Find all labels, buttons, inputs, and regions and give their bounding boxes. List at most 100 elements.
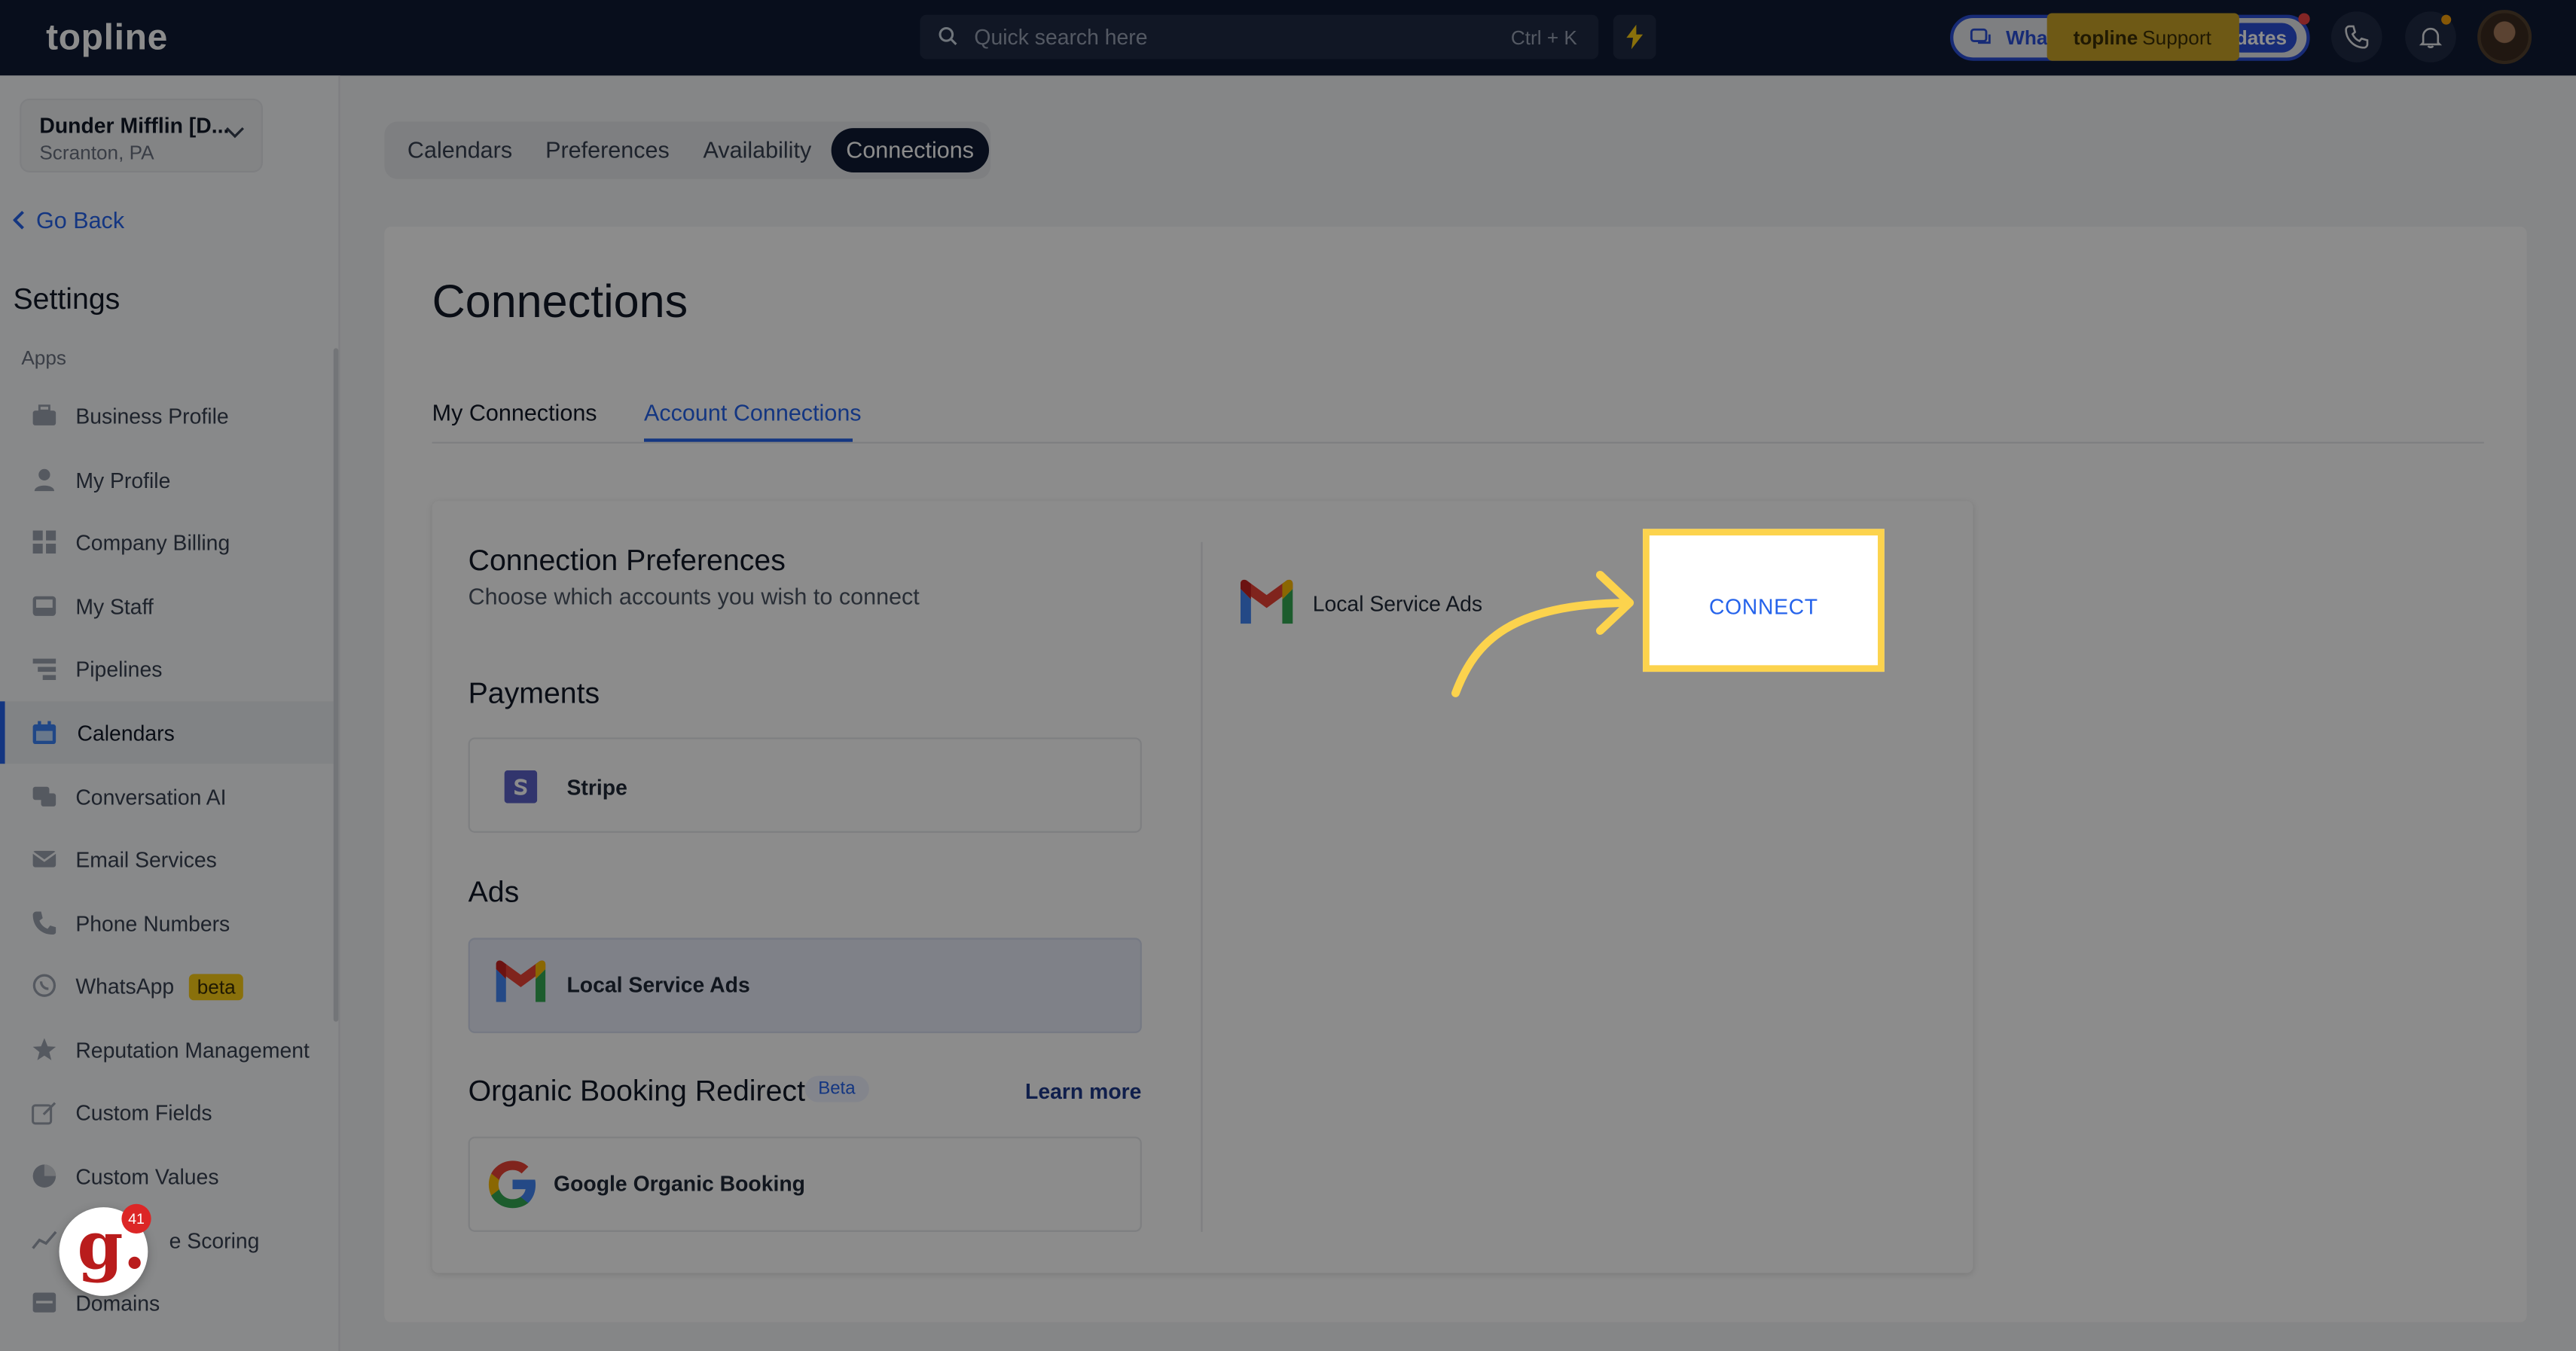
- grid-icon: [32, 530, 56, 554]
- tab-calendars[interactable]: Calendars: [392, 128, 526, 172]
- tab-connections[interactable]: Connections: [831, 128, 989, 173]
- sidebar-item-email-services[interactable]: Email Services: [0, 828, 335, 890]
- sidebar-item-business-profile[interactable]: Business Profile: [0, 384, 335, 447]
- connection-preferences-title: Connection Preferences: [468, 543, 786, 577]
- tab-availability[interactable]: Availability: [688, 128, 826, 172]
- star-icon: [32, 1038, 56, 1060]
- google-icon: [488, 1160, 536, 1209]
- sidebar: Dunder Mifflin [D... Scranton, PA Go Bac…: [0, 75, 340, 1351]
- stripe-label: Stripe: [566, 775, 627, 801]
- notifications-button[interactable]: [2405, 11, 2456, 63]
- phone-button[interactable]: [2331, 11, 2382, 63]
- stripe-connection-row[interactable]: Stripe: [468, 737, 1142, 833]
- sidebar-item-whatsapp[interactable]: WhatsApp beta: [0, 954, 335, 1017]
- pie-icon: [32, 1164, 56, 1188]
- settings-tabs: Calendars Preferences Availability Conne…: [384, 121, 991, 179]
- subtabs-divider: [432, 441, 2484, 444]
- sidebar-item-reputation-management[interactable]: Reputation Management: [0, 1018, 335, 1081]
- go-back-link[interactable]: Go Back: [13, 207, 124, 233]
- sidebar-scrollbar[interactable]: [333, 348, 339, 1022]
- user-icon: [34, 468, 54, 492]
- go-back-label: Go Back: [35, 206, 125, 233]
- sidebar-item-custom-fields[interactable]: Custom Fields: [0, 1081, 335, 1143]
- support-button[interactable]: topline Support: [2046, 13, 2239, 61]
- support-label: Support: [2142, 26, 2211, 50]
- account-location: Scranton, PA: [39, 141, 154, 165]
- sidebar-item-scoring[interactable]: e Scoring: [0, 1209, 335, 1271]
- sidebar-item-custom-values[interactable]: Custom Values: [0, 1145, 335, 1207]
- connect-button[interactable]: CONNECT: [1643, 529, 1885, 672]
- sidebar-item-label: e Scoring: [169, 1228, 260, 1254]
- quick-search-input[interactable]: Quick search here Ctrl + K: [920, 14, 1599, 59]
- notification-dot: [2298, 13, 2310, 25]
- pointer-arrow-icon: [1451, 570, 1634, 697]
- edit-icon: [32, 1102, 56, 1125]
- google-organic-booking-row[interactable]: Google Organic Booking: [468, 1136, 1142, 1232]
- sidebar-item-my-staff[interactable]: My Staff: [0, 575, 335, 637]
- chart-icon: [32, 1231, 57, 1249]
- help-widget-badge[interactable]: g. 41: [59, 1203, 151, 1296]
- beta-badge: beta: [188, 974, 244, 1001]
- sidebar-item-label: My Profile: [75, 468, 171, 493]
- search-icon: [939, 26, 957, 45]
- gmail-icon: [1241, 579, 1293, 624]
- sidebar-item-conversation-ai[interactable]: Conversation AI: [0, 765, 335, 828]
- account-switcher[interactable]: Dunder Mifflin [D... Scranton, PA: [20, 98, 263, 173]
- filter-icon: [32, 658, 56, 680]
- subtab-my-connections[interactable]: My Connections: [432, 399, 597, 425]
- quick-actions-button[interactable]: [1613, 14, 1656, 59]
- subtab-active-underline: [643, 438, 853, 442]
- chat-bubbles-icon: [1970, 28, 1991, 44]
- sidebar-item-label: Company Billing: [75, 530, 230, 556]
- subtab-account-connections[interactable]: Account Connections: [644, 399, 862, 425]
- phone-icon: [32, 911, 56, 935]
- search-shortcut: Ctrl + K: [1510, 26, 1577, 50]
- chat-icon: [32, 786, 56, 807]
- sidebar-item-label: Custom Values: [75, 1164, 219, 1190]
- support-brand: topline: [2073, 26, 2138, 50]
- search-placeholder: Quick search here: [974, 24, 1148, 50]
- sidebar-item-label: Phone Numbers: [75, 911, 230, 937]
- local-service-ads-label: Local Service Ads: [566, 972, 750, 997]
- settings-title: Settings: [13, 282, 121, 316]
- sidebar-item-phone-numbers[interactable]: Phone Numbers: [0, 892, 335, 954]
- sidebar-item-domains[interactable]: Domains: [0, 1271, 335, 1334]
- app-logo: topline: [46, 16, 168, 58]
- app-root: topline Quick search here Ctrl + K What …: [0, 0, 2576, 1351]
- top-bar: topline Quick search here Ctrl + K What …: [0, 0, 2576, 76]
- sidebar-item-label: Calendars: [77, 721, 175, 746]
- bolt-icon: [1626, 24, 1644, 50]
- user-avatar[interactable]: [2477, 10, 2532, 65]
- calendar-icon: [32, 721, 56, 745]
- sidebar-item-pipelines[interactable]: Pipelines: [0, 637, 335, 700]
- inbox-icon: [32, 596, 56, 616]
- sidebar-item-company-billing[interactable]: Company Billing: [0, 511, 335, 573]
- sidebar-item-my-profile[interactable]: My Profile: [0, 448, 335, 511]
- ads-heading: Ads: [468, 875, 520, 909]
- local-service-ads-row[interactable]: Local Service Ads: [468, 938, 1142, 1033]
- tab-preferences[interactable]: Preferences: [531, 128, 685, 172]
- sidebar-item-calendars[interactable]: Calendars: [0, 701, 335, 764]
- sidebar-item-label: Business Profile: [75, 404, 229, 429]
- organic-booking-heading: Organic Booking Redirect: [468, 1074, 805, 1108]
- briefcase-icon: [32, 404, 56, 425]
- sidebar-item-label: Reputation Management: [75, 1038, 310, 1063]
- phone-icon: [2345, 25, 2369, 49]
- payments-heading: Payments: [468, 676, 600, 710]
- connect-label: CONNECT: [1709, 594, 1818, 620]
- sidebar-item-label: Conversation AI: [75, 785, 227, 810]
- connection-preferences-subtitle: Choose which accounts you wish to connec…: [468, 583, 920, 610]
- sidebar-item-label: WhatsApp: [75, 974, 175, 999]
- mail-icon: [32, 850, 56, 868]
- learn-more-link[interactable]: Learn more: [1025, 1079, 1141, 1104]
- sidebar-item-label: Email Services: [75, 847, 217, 873]
- google-organic-booking-label: Google Organic Booking: [554, 1171, 806, 1196]
- page-title: Connections: [432, 276, 688, 328]
- help-widget-count: 41: [121, 1203, 151, 1234]
- sidebar-item-label: Custom Fields: [75, 1100, 212, 1126]
- sidebar-item-label: Domains: [75, 1291, 160, 1316]
- sidebar-item-label: Pipelines: [75, 657, 163, 682]
- server-icon: [32, 1292, 56, 1313]
- apps-section-label: Apps: [21, 346, 67, 370]
- bell-notification-dot: [2441, 14, 2452, 25]
